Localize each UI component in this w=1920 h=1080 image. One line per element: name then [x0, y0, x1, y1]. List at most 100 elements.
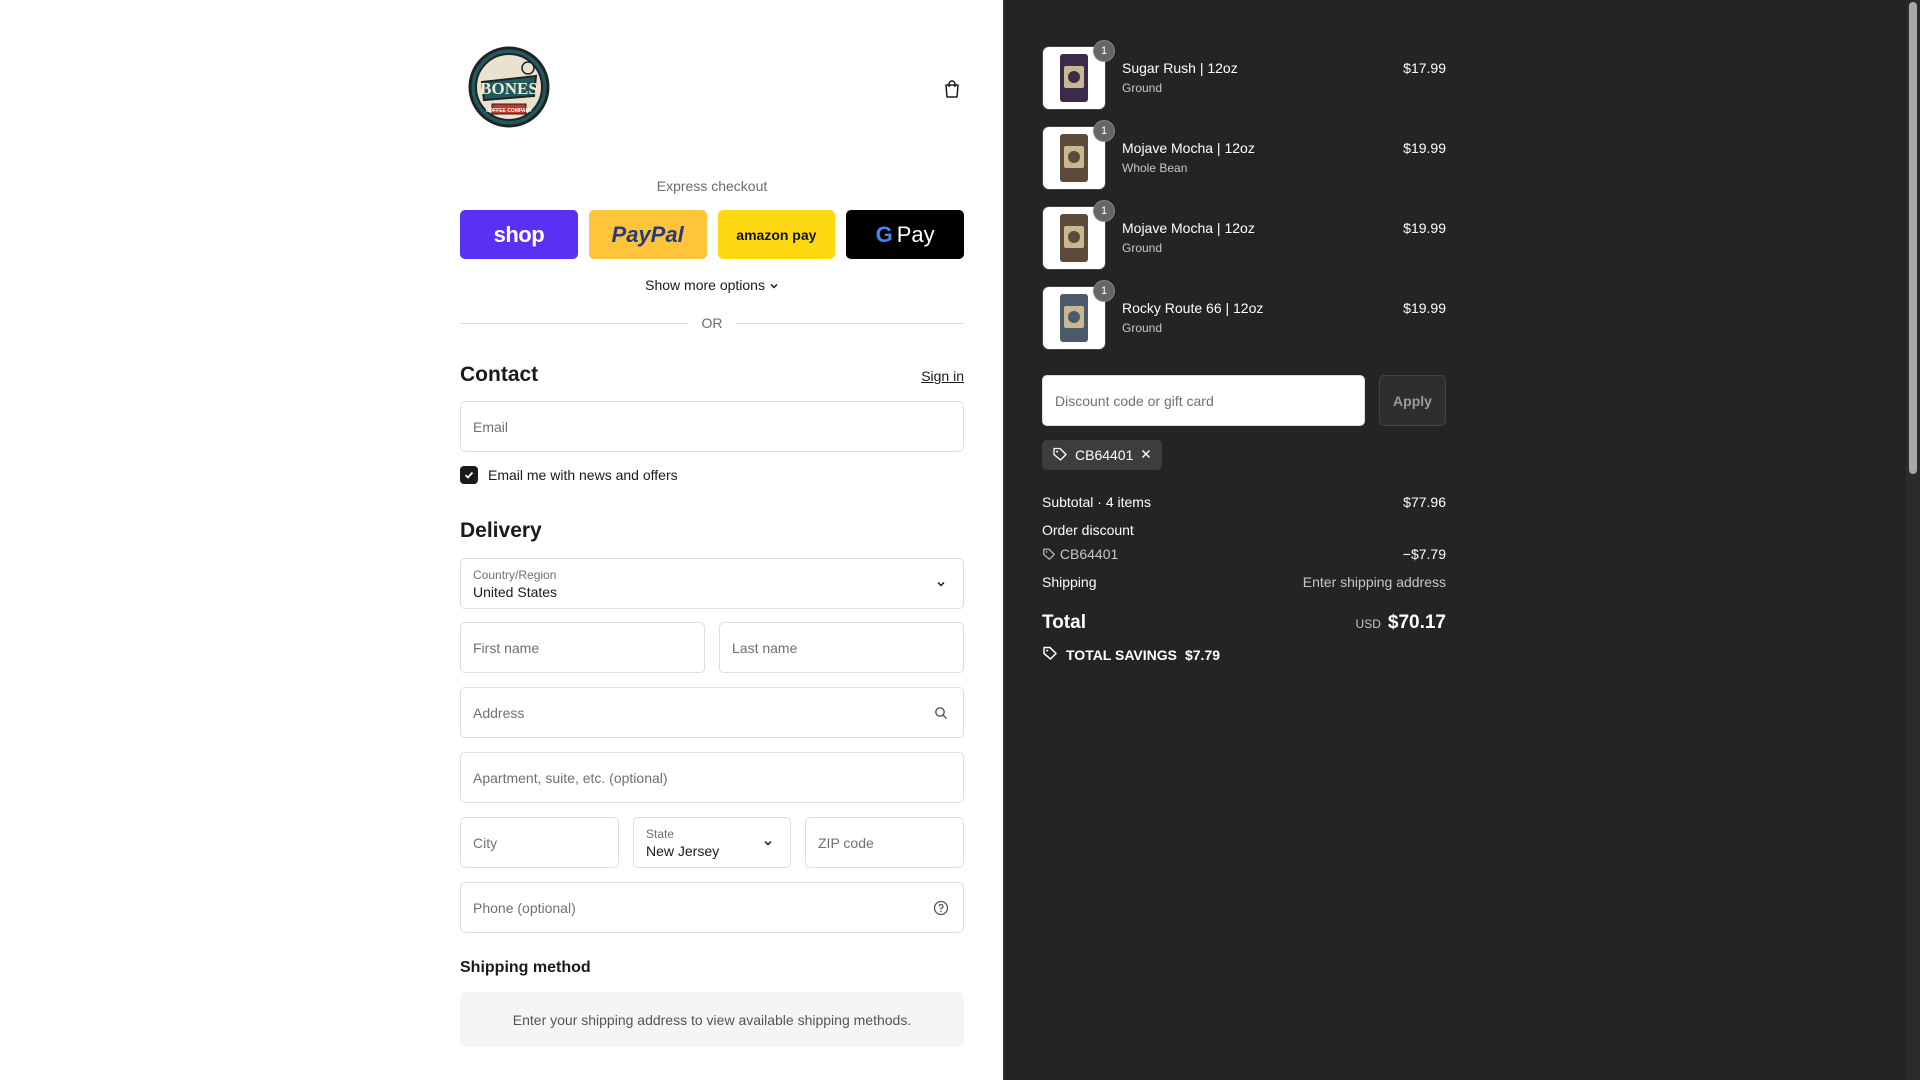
checkout-column: BONES COFFEE COMPANY Express checkout sh… — [460, 0, 964, 1047]
cart-item: 1 Sugar Rush | 12oz Ground $17.99 — [1042, 40, 1446, 110]
shipping-method-title: Shipping method — [460, 959, 591, 976]
quantity-badge: 1 — [1093, 200, 1115, 222]
total-label: Total — [1042, 612, 1086, 633]
zip-placeholder: ZIP code — [818, 834, 874, 851]
zip-field[interactable]: ZIP code — [805, 817, 964, 868]
shopping-bag-icon[interactable] — [940, 77, 964, 101]
newsletter-checkbox[interactable] — [460, 466, 478, 484]
store-logo[interactable]: BONES COFFEE COMPANY — [468, 46, 550, 128]
country-label: Country/Region — [473, 568, 557, 582]
newsletter-label: Email me with news and offers — [488, 467, 678, 483]
or-divider: OR — [460, 315, 964, 331]
sign-in-link[interactable]: Sign in — [921, 368, 964, 384]
total-value: $70.17 — [1387, 612, 1446, 633]
show-more-label: Show more options — [645, 277, 765, 293]
discount-code-row: CB64401 −$7.79 — [1042, 546, 1446, 562]
amazon-pay-label: amazon pay — [736, 226, 817, 243]
newsletter-checkbox-row[interactable]: Email me with news and offers — [460, 466, 678, 484]
order-summary: 1 Sugar Rush | 12oz Ground $17.99 1 Mojave Mo… — [1003, 0, 1906, 1080]
header: BONES COFFEE COMPANY — [460, 0, 964, 180]
product-price: $19.99 — [1403, 140, 1446, 156]
product-price: $19.99 — [1403, 220, 1446, 236]
express-buttons: shop PayPal amazon pay G Pay — [460, 210, 964, 259]
state-select[interactable]: State New Jersey — [633, 817, 791, 868]
shipping-label: Shipping — [1042, 574, 1097, 590]
chevron-down-icon — [760, 835, 776, 851]
quantity-badge: 1 — [1093, 40, 1115, 62]
phone-placeholder: Phone (optional) — [473, 899, 576, 916]
order-discount-row: Order discount — [1042, 522, 1446, 538]
discount-code-input[interactable]: Discount code or gift card — [1042, 375, 1365, 426]
email-field[interactable]: Email — [460, 401, 964, 452]
city-placeholder: City — [473, 834, 498, 851]
logo-subtext: COFFEE COMPANY — [486, 108, 534, 114]
google-g-icon: G — [875, 221, 893, 247]
chevron-down-icon — [769, 277, 779, 293]
logo-text: BONES — [480, 79, 538, 98]
product-name: Rocky Route 66 | 12oz — [1122, 300, 1264, 316]
cart-item: 1 Rocky Route 66 | 12oz Ground $19.99 — [1042, 280, 1446, 350]
amazon-pay-button[interactable]: amazon pay — [717, 210, 836, 259]
savings-label: TOTAL SAVINGS — [1066, 646, 1177, 663]
country-select[interactable]: Country/Region United States — [460, 558, 964, 609]
tag-icon — [1052, 446, 1068, 465]
state-label: State — [646, 827, 675, 841]
product-name: Mojave Mocha | 12oz — [1122, 220, 1255, 236]
quantity-badge: 1 — [1093, 280, 1115, 302]
total-savings: TOTAL SAVINGS $7.79 — [1042, 645, 1220, 664]
tag-icon — [1042, 546, 1060, 562]
apply-button[interactable]: Apply — [1379, 375, 1446, 426]
product-variant: Ground — [1122, 241, 1163, 255]
address-field[interactable]: Address — [460, 687, 964, 738]
phone-field[interactable]: Phone (optional) — [460, 882, 964, 933]
apartment-field[interactable]: Apartment, suite, etc. (optional) — [460, 752, 964, 803]
cart-item: 1 Mojave Mocha | 12oz Whole Bean $19.99 — [1042, 120, 1446, 190]
tag-icon — [1042, 645, 1058, 664]
chevron-down-icon — [933, 576, 949, 592]
product-name: Sugar Rush | 12oz — [1122, 60, 1238, 76]
total-row: Total USD $70.17 — [1042, 612, 1446, 638]
product-variant: Ground — [1122, 81, 1163, 95]
applied-code: CB64401 — [1075, 447, 1134, 463]
product-variant: Whole Bean — [1122, 161, 1188, 175]
city-field[interactable]: City — [460, 817, 619, 868]
address-placeholder: Address — [473, 704, 525, 721]
currency: USD — [1355, 617, 1381, 631]
subtotal-value: $77.96 — [1403, 494, 1446, 510]
shipping-row: Shipping Enter shipping address — [1042, 574, 1446, 590]
google-pay-label: Pay — [896, 221, 935, 247]
last-name-field[interactable]: Last name — [719, 622, 964, 673]
checkout-main: BONES COFFEE COMPANY Express checkout sh… — [0, 0, 1003, 1080]
contact-title: Contact — [460, 363, 539, 386]
scrollbar[interactable] — [1906, 0, 1920, 1080]
scrollbar-thumb[interactable] — [1909, 2, 1917, 474]
first-name-field[interactable]: First name — [460, 622, 705, 673]
help-icon[interactable] — [933, 900, 949, 916]
paypal-label: PayPal — [611, 221, 684, 247]
cart-item: 1 Mojave Mocha | 12oz Ground $19.99 — [1042, 200, 1446, 270]
order-discount-label: Order discount — [1042, 522, 1134, 538]
product-price: $19.99 — [1403, 300, 1446, 316]
product-name: Mojave Mocha | 12oz — [1122, 140, 1255, 156]
subtotal-row: Subtotal · 4 items $77.96 — [1042, 494, 1446, 510]
last-name-placeholder: Last name — [732, 639, 798, 656]
apartment-placeholder: Apartment, suite, etc. (optional) — [473, 769, 668, 786]
shop-pay-label: shop — [493, 221, 545, 247]
express-checkout-title: Express checkout — [656, 178, 768, 194]
country-value: United States — [473, 584, 558, 600]
discount-code: CB64401 — [1059, 546, 1119, 562]
or-text: OR — [701, 315, 723, 331]
discount-value: −$7.79 — [1402, 546, 1446, 562]
paypal-button[interactable]: PayPal — [588, 210, 707, 259]
show-more-options[interactable]: Show more options — [460, 277, 964, 293]
state-value: New Jersey — [646, 843, 720, 859]
product-variant: Ground — [1122, 321, 1163, 335]
search-icon — [933, 705, 949, 721]
quantity-badge: 1 — [1093, 120, 1115, 142]
google-pay-button[interactable]: G Pay — [846, 210, 964, 259]
delivery-title: Delivery — [460, 519, 542, 542]
shipping-method-message: Enter your shipping address to view avai… — [460, 992, 964, 1047]
shop-pay-button[interactable]: shop — [460, 210, 578, 259]
discount-placeholder: Discount code or gift card — [1055, 392, 1214, 409]
close-icon[interactable] — [1140, 447, 1152, 463]
